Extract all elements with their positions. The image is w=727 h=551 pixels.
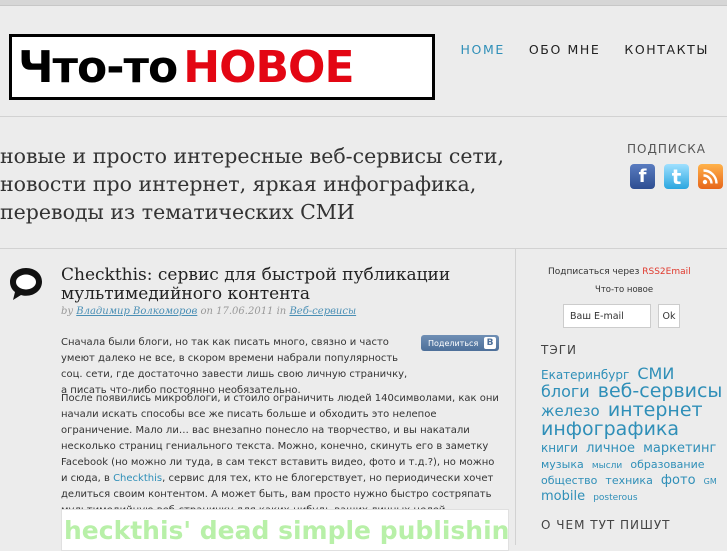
tag-link[interactable]: железо [541, 404, 600, 419]
site-tagline: новые и просто интересные веб-сервисы се… [0, 142, 520, 226]
tag-link[interactable]: блоги [541, 384, 590, 400]
checkthis-link[interactable]: Checkthis [113, 473, 162, 484]
rss-icon[interactable] [698, 164, 723, 189]
tag-link[interactable]: mobile [541, 490, 585, 503]
tag-link[interactable]: маркетинг [643, 442, 716, 455]
meta-by: by [61, 306, 74, 317]
nav-contacts[interactable]: КОНТАКТЫ [624, 42, 709, 57]
tag-link[interactable]: инфографика [541, 420, 679, 439]
subscribe-title: ПОДПИСКА [627, 142, 706, 156]
tag-link[interactable]: фото [661, 474, 696, 487]
subscribe-via-text: Подписаться через [548, 267, 640, 277]
facebook-icon[interactable]: f [630, 164, 655, 189]
post-paragraph-1: Сначала были блоги, но так как писать мн… [61, 337, 408, 396]
sidebar-divider [515, 249, 516, 545]
main-nav: HOME ОБО МНЕ КОНТАКТЫ [437, 42, 709, 57]
vk-icon: В [484, 337, 496, 349]
logo-text-black: Что-то [18, 41, 178, 93]
about-title: О ЧЕМ ТУТ ПИШУТ [541, 518, 671, 532]
tag-cloud: Екатеринбург СМИ блоги веб-сервисы желез… [541, 366, 727, 504]
tag-link[interactable]: книги [541, 442, 578, 454]
comment-bubble-icon[interactable] [8, 266, 44, 302]
post-paragraph-2: После появились микроблоги, и стоило огр… [61, 391, 501, 519]
tag-link[interactable]: техника [605, 475, 652, 486]
tagline-line: переводы из тематических СМИ [0, 200, 355, 224]
nav-home[interactable]: HOME [461, 42, 505, 57]
post-title[interactable]: Checkthis: сервис для быстрой публикации… [61, 266, 501, 304]
content-divider [0, 248, 727, 249]
header-divider [0, 116, 727, 117]
social-links: f t [630, 164, 723, 189]
tags-title: ТЭГИ [541, 343, 578, 357]
tag-link[interactable]: музыка [541, 459, 584, 470]
share-label: Поделиться [428, 338, 479, 348]
tagline-line: новые и просто интересные веб-сервисы се… [0, 144, 504, 168]
rss2email-link[interactable]: RSS2Email [642, 267, 690, 277]
post-author-link[interactable]: Владимир Волкоморов [76, 306, 197, 317]
tag-link[interactable]: общество [541, 475, 597, 486]
subscribe-ok-button[interactable]: Ok [658, 304, 680, 328]
subscribe-via: Подписаться через RSS2Email [548, 267, 691, 277]
tag-link[interactable]: личное [586, 442, 635, 455]
twitter-icon[interactable]: t [664, 164, 689, 189]
email-input[interactable]: Ваш E-mail [563, 304, 651, 328]
site-logo[interactable]: Что-то НОВОЕ [9, 34, 435, 100]
tag-link[interactable]: мысли [592, 462, 622, 471]
post-meta: by Владимир Волкоморов on 17.06.2011 in … [61, 306, 356, 317]
subscribe-site-name: Что-то новое [595, 285, 654, 295]
post-date: 17.06.2011 [216, 306, 274, 317]
top-border [0, 0, 727, 6]
paragraph-text: После появились микроблоги, и стоило огр… [61, 393, 499, 484]
tag-link[interactable]: posterous [593, 494, 637, 503]
meta-in: in [276, 306, 287, 317]
post-category-link[interactable]: Веб-сервисы [289, 306, 356, 317]
nav-about[interactable]: ОБО МНЕ [529, 42, 601, 57]
meta-on: on [200, 306, 213, 317]
tag-link[interactable]: GM [704, 478, 717, 486]
logo-text-red: НОВОЕ [183, 41, 354, 93]
post-image-text: heckthis' dead simple publishing platfo [64, 516, 509, 545]
tag-link[interactable]: образование [630, 459, 704, 470]
tagline-line: новости про интернет, яркая инфографика, [0, 172, 477, 196]
share-button[interactable]: Поделиться В [421, 335, 499, 351]
